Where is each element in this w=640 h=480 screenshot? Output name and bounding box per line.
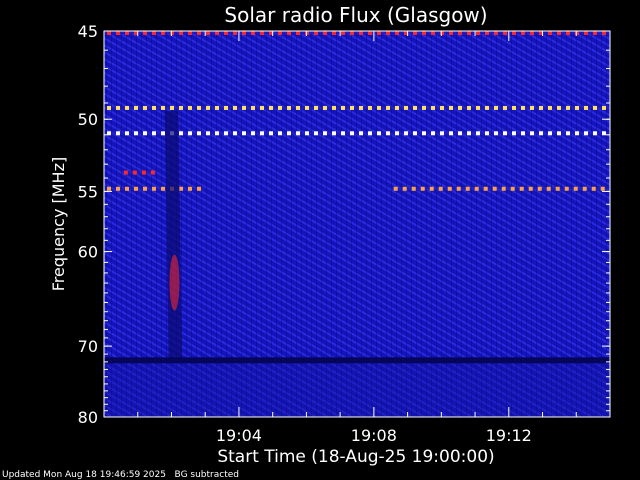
x-axis-label: Start Time (18-Aug-25 19:00:00) <box>217 447 494 467</box>
updated-text: Updated Mon Aug 18 19:46:59 2025 <box>2 470 166 480</box>
bg-note: BG subtracted <box>174 470 239 480</box>
y-tick-label: 60 <box>78 243 98 262</box>
footer-status: Updated Mon Aug 18 19:46:59 2025 BG subt… <box>2 470 239 480</box>
x-tick-label: 19:12 <box>486 426 532 445</box>
y-tick-label: 45 <box>78 22 98 41</box>
y-axis-label: Frequency [MHz] <box>49 157 68 291</box>
x-tick-label: 19:08 <box>351 426 397 445</box>
y-tick-label: 50 <box>78 110 98 129</box>
y-tick-label: 70 <box>78 337 98 356</box>
interference-line <box>104 30 610 35</box>
chart-title: Solar radio Flux (Glasgow) <box>224 3 487 27</box>
y-tick-label: 55 <box>78 182 98 201</box>
y-tick-label: 80 <box>78 408 98 427</box>
interference-line <box>390 186 610 191</box>
interference-line <box>120 170 155 175</box>
interference-line <box>104 131 610 136</box>
interference-line <box>104 105 610 110</box>
spectrogram-chart: 45 50 55 60 70 80 19:04 19:08 19:12 Solar radio… <box>49 3 611 467</box>
x-tick-label: 19:04 <box>216 426 262 445</box>
interference-line <box>104 186 206 191</box>
band-gap <box>104 357 610 364</box>
